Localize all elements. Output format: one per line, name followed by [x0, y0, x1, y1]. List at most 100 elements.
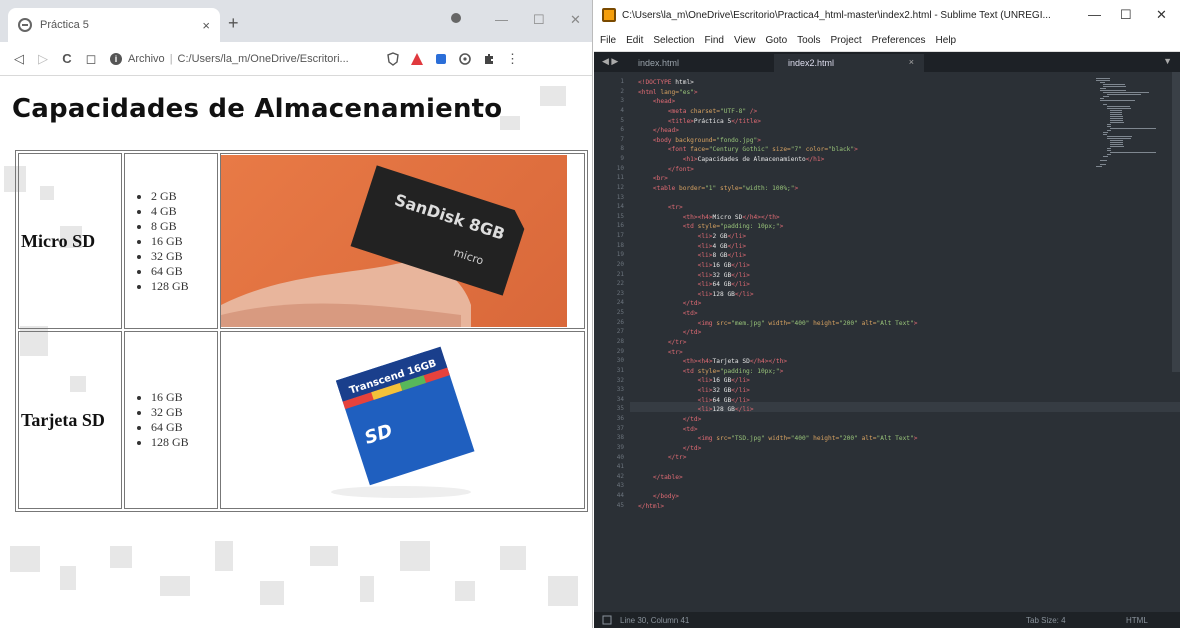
- code-line[interactable]: <li>32 GB</li>: [638, 386, 918, 396]
- code-line[interactable]: <head>: [638, 97, 918, 107]
- maximize-button[interactable]: ☐: [1120, 7, 1132, 23]
- menu-find[interactable]: Find: [705, 35, 724, 46]
- code-line[interactable]: </td>: [638, 415, 918, 425]
- minimap-line: [1110, 114, 1123, 115]
- status-position: Line 30, Column 41: [620, 615, 690, 625]
- minimize-button[interactable]: —: [495, 12, 508, 27]
- code-line[interactable]: <th><h4>Micro SD</h4></th>: [638, 213, 918, 223]
- code-line[interactable]: <tr>: [638, 348, 918, 358]
- extension-blue-icon[interactable]: [434, 52, 448, 66]
- code-line[interactable]: <br>: [638, 174, 918, 184]
- minimap-line: [1103, 96, 1110, 97]
- vertical-scrollbar[interactable]: [1172, 72, 1180, 372]
- close-window-button[interactable]: ✕: [1156, 7, 1167, 23]
- code-line[interactable]: <title>Práctica 5</title>: [638, 117, 918, 127]
- status-bar: Line 30, Column 41 Tab Size: 4 HTML: [594, 612, 1180, 628]
- menu-help[interactable]: Help: [936, 35, 957, 46]
- code-line[interactable]: <img src="TSD.jpg" width="400" height="2…: [638, 434, 918, 444]
- new-tab-button[interactable]: +: [228, 14, 239, 32]
- tab-index2-html[interactable]: index2.html ×: [774, 54, 924, 72]
- code-line[interactable]: <li>128 GB</li>: [638, 405, 918, 415]
- code-line[interactable]: <td style="padding: 10px;">: [638, 222, 918, 232]
- menu-file[interactable]: File: [600, 35, 616, 46]
- code-line[interactable]: </html>: [638, 502, 918, 512]
- code-line[interactable]: </font>: [638, 165, 918, 175]
- code-line[interactable]: <td>: [638, 309, 918, 319]
- maximize-button[interactable]: ☐: [533, 12, 545, 28]
- code-line[interactable]: <li>2 GB</li>: [638, 232, 918, 242]
- menu-selection[interactable]: Selection: [653, 35, 694, 46]
- minimize-button[interactable]: —: [1088, 7, 1101, 22]
- code-line[interactable]: <font face="Century Gothic" size="7" col…: [638, 145, 918, 155]
- tab-nav-arrows[interactable]: ◀ ▶: [602, 56, 618, 67]
- code-line[interactable]: <td style="padding: 10px;">: [638, 367, 918, 377]
- status-syntax[interactable]: HTML: [1126, 616, 1148, 625]
- code-line[interactable]: </td>: [638, 444, 918, 454]
- code-line[interactable]: </tr>: [638, 338, 918, 348]
- code-text[interactable]: <!DOCTYPE html> <html lang="es"> <head> <…: [638, 78, 918, 511]
- tab-dropdown-button[interactable]: ▼: [1163, 56, 1172, 66]
- menu-goto[interactable]: Goto: [765, 35, 787, 46]
- status-tab-size[interactable]: Tab Size: 4: [1026, 616, 1066, 625]
- code-line[interactable]: <td>: [638, 425, 918, 435]
- info-icon[interactable]: i: [110, 52, 122, 65]
- address-bar[interactable]: i Archivo | C:/Users/la_m/OneDrive/Escri…: [110, 46, 380, 72]
- code-line[interactable]: </td>: [638, 299, 918, 309]
- code-line[interactable]: <!DOCTYPE html>: [638, 78, 918, 88]
- code-line[interactable]: <meta charset="UTF-8" />: [638, 107, 918, 117]
- profile-icon[interactable]: [450, 12, 462, 27]
- menu-button[interactable]: ⋮: [506, 51, 519, 67]
- code-line[interactable]: </td>: [638, 328, 918, 338]
- code-line[interactable]: <li>16 GB</li>: [638, 376, 918, 386]
- code-line[interactable]: <h1>Capacidades de Almacenamiento</h1>: [638, 155, 918, 165]
- code-line[interactable]: <li>128 GB</li>: [638, 290, 918, 300]
- code-line[interactable]: </body>: [638, 492, 918, 502]
- close-window-button[interactable]: ✕: [570, 12, 581, 28]
- line-number: 10: [616, 164, 624, 172]
- code-line[interactable]: [638, 194, 918, 204]
- background-pattern: [400, 541, 430, 571]
- minimap-line: [1103, 104, 1108, 105]
- code-editor[interactable]: 1 2 3 4 5 6 7 8 9 10 11 12 13 14 15 16 17 18 19 20 21 22 23 24 2…: [594, 72, 1180, 612]
- menu-view[interactable]: View: [734, 35, 756, 46]
- tab-close-button[interactable]: ×: [909, 57, 914, 67]
- code-line[interactable]: <body background="fondo.jpg">: [638, 136, 918, 146]
- forward-button[interactable]: ▷: [32, 51, 54, 67]
- code-line[interactable]: <li>64 GB</li>: [638, 280, 918, 290]
- tab-index-html[interactable]: index.html: [624, 54, 774, 72]
- puzzle-icon[interactable]: [482, 52, 496, 66]
- gear-icon[interactable]: [458, 52, 472, 66]
- panel-toggle-icon[interactable]: [602, 615, 612, 625]
- brave-shield-icon[interactable]: [386, 51, 400, 66]
- tab-close-button[interactable]: ×: [202, 18, 210, 33]
- reload-button[interactable]: C: [56, 51, 78, 66]
- menu-edit[interactable]: Edit: [626, 35, 643, 46]
- back-button[interactable]: ◁: [8, 51, 30, 67]
- list-item: 4 GB: [151, 204, 217, 219]
- line-number: 22: [616, 280, 624, 288]
- minimap[interactable]: [1096, 78, 1166, 168]
- code-line[interactable]: <li>32 GB</li>: [638, 271, 918, 281]
- code-line[interactable]: [638, 482, 918, 492]
- code-line[interactable]: <th><h4>Tarjeta SD</h4></th>: [638, 357, 918, 367]
- menu-preferences[interactable]: Preferences: [872, 35, 926, 46]
- code-line[interactable]: <li>16 GB</li>: [638, 261, 918, 271]
- bookmark-icon[interactable]: ◻: [80, 51, 102, 67]
- code-line[interactable]: </tr>: [638, 453, 918, 463]
- code-line[interactable]: <table border="1" style="width: 100%;">: [638, 184, 918, 194]
- line-number: 8: [620, 145, 624, 153]
- code-line[interactable]: </table>: [638, 473, 918, 483]
- code-line[interactable]: <tr>: [638, 203, 918, 213]
- list-item: 32 GB: [151, 405, 217, 420]
- menu-project[interactable]: Project: [831, 35, 862, 46]
- code-line[interactable]: <html lang="es">: [638, 88, 918, 98]
- code-line[interactable]: <li>64 GB</li>: [638, 396, 918, 406]
- warning-icon[interactable]: [410, 52, 424, 66]
- code-line[interactable]: <li>4 GB</li>: [638, 242, 918, 252]
- code-line[interactable]: </head>: [638, 126, 918, 136]
- code-line[interactable]: <img src="mem.jpg" width="400" height="2…: [638, 319, 918, 329]
- code-line[interactable]: <li>8 GB</li>: [638, 251, 918, 261]
- menu-tools[interactable]: Tools: [797, 35, 820, 46]
- browser-tab[interactable]: Práctica 5 ×: [8, 8, 220, 42]
- code-line[interactable]: [638, 463, 918, 473]
